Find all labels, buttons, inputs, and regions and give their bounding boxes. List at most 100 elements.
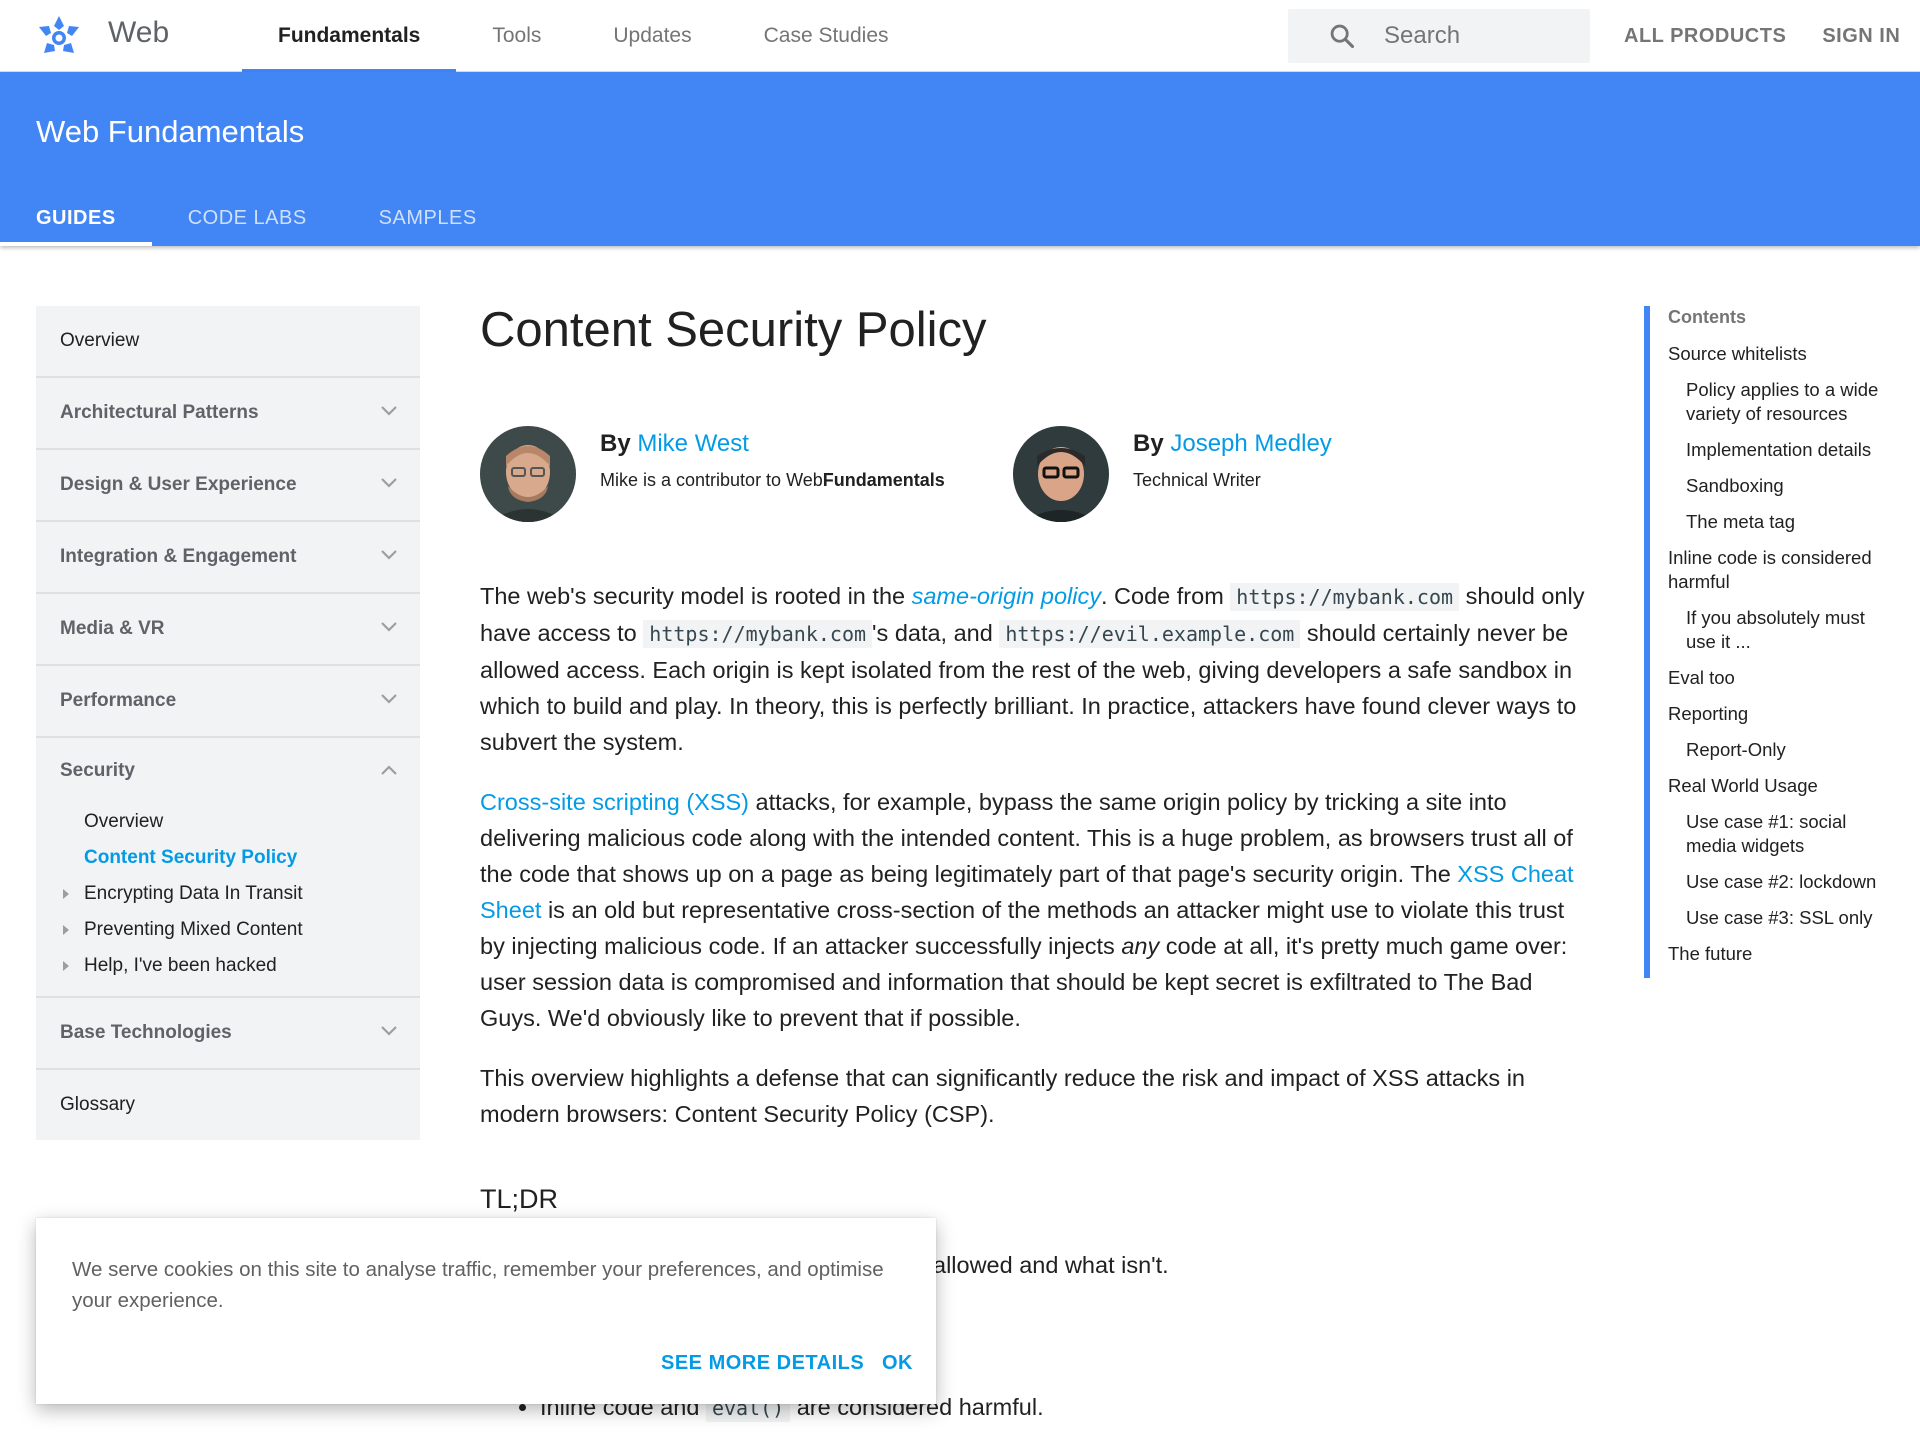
paragraph: The web's security model is rooted in th…: [480, 583, 1585, 755]
nav-item-label: Performance: [60, 690, 177, 711]
section-title[interactable]: Web Fundamentals: [36, 114, 304, 150]
author-name-link[interactable]: Joseph Medley: [1170, 430, 1331, 457]
tldr-heading: TL;DR: [480, 1184, 559, 1214]
see-more-details-button[interactable]: SEE MORE DETAILS: [661, 1352, 864, 1375]
search-icon[interactable]: [1328, 22, 1356, 50]
toc-item[interactable]: Eval too: [1668, 666, 1894, 690]
section-tabs: GUIDES CODE LABS SAMPLES: [0, 190, 513, 246]
left-nav: Overview Architectural Patterns Design &…: [36, 306, 420, 1140]
nav-subitem-hacked[interactable]: Help, I've been hacked: [36, 948, 420, 984]
toc-item[interactable]: Inline code is considered harmful: [1668, 546, 1894, 594]
top-links: ALL PRODUCTS SIGN IN: [1624, 0, 1900, 72]
author-card: By Mike West Mike is a contributor to We…: [480, 426, 945, 522]
toc-item[interactable]: The future: [1668, 942, 1894, 966]
xss-link[interactable]: Cross-site scripting (XSS): [480, 789, 749, 815]
nav-item-label: Security: [60, 760, 135, 781]
sign-in-link[interactable]: SIGN IN: [1822, 25, 1900, 48]
tab-samples[interactable]: SAMPLES: [343, 190, 513, 246]
search-input[interactable]: [1384, 22, 1564, 50]
author-desc-text: Mike is a contributor to Web: [600, 470, 823, 490]
paragraph: This overview highlights a defense that …: [480, 1065, 1525, 1127]
chevron-down-icon[interactable]: [380, 405, 398, 417]
nav-group-performance[interactable]: Performance: [36, 666, 420, 738]
article: Content Security Policy By Mike West Mik…: [480, 300, 1585, 1422]
cookie-banner: We serve cookies on this site to analyse…: [36, 1218, 936, 1404]
paragraph: Cross-site scripting (XSS) attacks, for …: [480, 789, 1574, 1031]
avatar[interactable]: [1013, 426, 1109, 522]
chevron-down-icon[interactable]: [380, 549, 398, 561]
chevron-down-icon[interactable]: [380, 621, 398, 633]
article-body: The web's security model is rooted in th…: [480, 578, 1585, 1156]
toc-item[interactable]: Use case #3: SSL only: [1668, 906, 1894, 930]
nav-item-label: Base Technologies: [60, 1022, 232, 1043]
by-label: By: [600, 430, 631, 457]
author-byline: By Mike West: [600, 430, 1000, 458]
author-card: By Joseph Medley Technical Writer: [1013, 426, 1332, 522]
search-box[interactable]: [1288, 9, 1590, 63]
toc-item[interactable]: If you absolutely must use it ...: [1668, 606, 1894, 654]
nav-subitem-content-security-policy[interactable]: Content Security Policy: [36, 840, 420, 876]
toc-item[interactable]: The meta tag: [1668, 510, 1894, 534]
page-title: Content Security Policy: [480, 303, 987, 357]
toc-item[interactable]: Use case #1: social media widgets: [1668, 810, 1894, 858]
authors: By Mike West Mike is a contributor to We…: [480, 426, 1585, 526]
nav-group-design-ux[interactable]: Design & User Experience: [36, 450, 420, 522]
inline-code: https://mybank.com: [1230, 583, 1460, 611]
nav-subitem-overview[interactable]: Overview: [36, 804, 420, 840]
expand-triangle-icon[interactable]: [63, 889, 69, 899]
toc-item[interactable]: Sandboxing: [1668, 474, 1894, 498]
nav-item-overview[interactable]: Overview: [36, 306, 420, 378]
nav-subitem-mixed-content[interactable]: Preventing Mixed Content: [36, 912, 420, 948]
inline-code: https://mybank.com: [643, 620, 873, 648]
author-meta: By Joseph Medley Technical Writer: [1133, 430, 1533, 491]
top-bar: Web Fundamentals Tools Updates Case Stud…: [0, 0, 1920, 72]
author-meta: By Mike West Mike is a contributor to We…: [600, 430, 1000, 491]
nav-group-integration-engagement[interactable]: Integration & Engagement: [36, 522, 420, 594]
nav-group-base-technologies[interactable]: Base Technologies: [36, 998, 420, 1070]
toc-item[interactable]: Reporting: [1668, 702, 1894, 726]
nav-item-label: Preventing Mixed Content: [84, 919, 303, 940]
same-origin-policy-link[interactable]: same-origin policy: [912, 583, 1101, 609]
nav-group-architectural-patterns[interactable]: Architectural Patterns: [36, 378, 420, 450]
nav-subitem-encrypting-data[interactable]: Encrypting Data In Transit: [36, 876, 420, 912]
tab-guides[interactable]: GUIDES: [0, 190, 152, 246]
nav-group-media-vr[interactable]: Media & VR: [36, 594, 420, 666]
web-logo-icon[interactable]: [36, 14, 82, 60]
brand-name[interactable]: Web: [108, 16, 169, 50]
chevron-down-icon[interactable]: [380, 1025, 398, 1037]
toc-item[interactable]: Real World Usage: [1668, 774, 1894, 798]
tab-code-labs[interactable]: CODE LABS: [152, 190, 343, 246]
author-name-link[interactable]: Mike West: [637, 430, 749, 457]
author-byline: By Joseph Medley: [1133, 430, 1533, 458]
nav-item-label: Integration & Engagement: [60, 546, 297, 567]
top-nav: Fundamentals Tools Updates Case Studies: [242, 0, 925, 72]
nav-item-glossary[interactable]: Glossary: [36, 1070, 420, 1140]
chevron-down-icon[interactable]: [380, 477, 398, 489]
toc-item[interactable]: Policy applies to a wide variety of reso…: [1668, 378, 1894, 426]
toc-item[interactable]: Report-Only: [1668, 738, 1894, 762]
toc-item[interactable]: Source whitelists: [1668, 342, 1894, 366]
toc-item[interactable]: Use case #2: lockdown: [1668, 870, 1894, 894]
author-description: Mike is a contributor to WebFundamentals: [600, 470, 1000, 491]
chevron-down-icon[interactable]: [380, 693, 398, 705]
nav-item-label: Encrypting Data In Transit: [84, 883, 303, 904]
toc-item[interactable]: Implementation details: [1668, 438, 1894, 462]
nav-item-label: Design & User Experience: [60, 474, 297, 495]
tab-updates[interactable]: Updates: [577, 0, 727, 72]
chevron-up-icon[interactable]: [380, 764, 398, 776]
table-of-contents: Contents Source whitelists Policy applie…: [1644, 306, 1894, 978]
nav-group-security: Security Overview Content Security Polic…: [36, 738, 420, 998]
nav-group-security-header[interactable]: Security: [36, 738, 420, 804]
author-desc-bold: Fundamentals: [822, 470, 945, 490]
expand-triangle-icon[interactable]: [63, 961, 69, 971]
cookie-text: We serve cookies on this site to analyse…: [72, 1258, 884, 1312]
nav-item-label: Media & VR: [60, 618, 165, 639]
tab-tools[interactable]: Tools: [456, 0, 577, 72]
avatar[interactable]: [480, 426, 576, 522]
tab-fundamentals[interactable]: Fundamentals: [242, 0, 457, 72]
all-products-link[interactable]: ALL PRODUCTS: [1624, 25, 1786, 48]
by-label: By: [1133, 430, 1164, 457]
ok-button[interactable]: OK: [882, 1352, 913, 1375]
expand-triangle-icon[interactable]: [63, 925, 69, 935]
tab-case-studies[interactable]: Case Studies: [728, 0, 925, 72]
